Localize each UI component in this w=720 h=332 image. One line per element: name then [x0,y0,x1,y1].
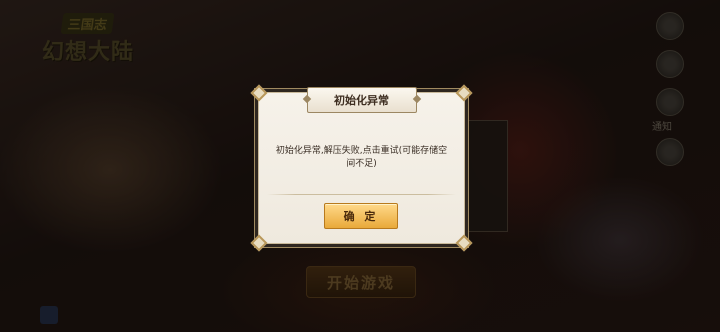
dialog-message: 初始化异常,解压失败,点击重试(可能存储空间不足) [275,146,448,169]
confirm-button[interactable]: 确 定 [324,203,398,229]
dialog-divider [267,194,456,195]
dialog-title: 初始化异常 [306,87,417,113]
error-dialog: 初始化异常 初始化异常,解压失败,点击重试(可能存储空间不足) 确 定 [250,84,473,252]
